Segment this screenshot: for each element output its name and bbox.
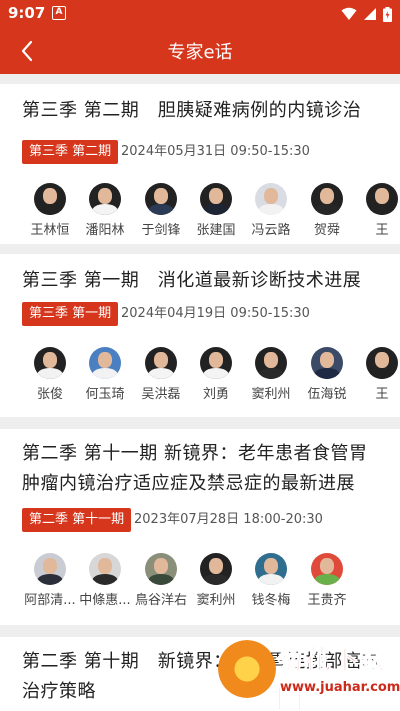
avatar — [200, 347, 232, 379]
expert-item[interactable]: 潘阳林 — [77, 183, 133, 238]
expert-item[interactable]: 贺舜 — [299, 183, 355, 238]
status-icons — [341, 5, 392, 23]
avatar — [89, 553, 121, 585]
avatar — [311, 553, 343, 585]
season-tag: 第三季 第一期 — [22, 302, 119, 326]
avatar — [200, 553, 232, 585]
season-tag: 第二季 第十一期 — [22, 508, 132, 532]
expert-name: 王贵齐 — [307, 593, 347, 608]
expert-name: 钱冬梅 — [251, 593, 291, 608]
nav-bar: 专家e话 — [0, 28, 400, 74]
expert-name: 阿部清... — [24, 593, 76, 608]
avatar — [145, 553, 177, 585]
avatar — [255, 553, 287, 585]
expert-item[interactable]: 张俊 — [22, 347, 78, 402]
expert-item[interactable]: 钱冬梅 — [243, 553, 299, 608]
notification-icon: A — [52, 6, 66, 20]
expert-name: 王 — [375, 387, 389, 402]
episode-date: 2024年05月31日 09:50-15:30 — [121, 144, 310, 159]
avatar — [311, 183, 343, 215]
battery-icon — [383, 6, 392, 22]
avatar — [255, 183, 287, 215]
expert-name: 窦利州 — [196, 593, 236, 608]
episode-card[interactable]: 第三季 第二期 胆胰疑难病例的内镜诊治 第三季 第二期 2024年05月31日 … — [0, 84, 400, 244]
episode-card[interactable]: 第二季 第十一期 新镜界：老年患者食管胃肿瘤内镜治疗适应症及禁忌症的最新进展 第… — [0, 429, 400, 625]
watermark-text: 菊花下载网 — [276, 645, 388, 711]
expert-item[interactable]: 王贵齐 — [299, 553, 355, 608]
episode-title: 第三季 第一期 消化道最新诊断技术进展 — [22, 270, 362, 291]
expert-name: 王林恒 — [30, 223, 70, 238]
avatar — [34, 347, 66, 379]
app-header: 9:07 A 专家e话 — [0, 0, 400, 74]
avatar — [145, 347, 177, 379]
expert-item[interactable]: 伍海锐 — [299, 347, 355, 402]
episode-card[interactable]: 第三季 第一期 消化道最新诊断技术进展 第三季 第一期 2024年04月19日 … — [0, 254, 400, 417]
watermark-logo: 菊花下载网 www.juahar.com — [212, 634, 400, 711]
expert-item[interactable]: 何玉琦 — [77, 347, 133, 402]
expert-row: 张俊 何玉琦 吴洪磊 刘勇 窦利州 伍海锐 王 — [22, 347, 400, 403]
episode-date: 2024年04月19日 09:50-15:30 — [121, 306, 310, 321]
avatar — [34, 183, 66, 215]
expert-row: 王林恒 潘阳林 于剑锋 张建国 冯云路 贺舜 王 — [22, 183, 400, 239]
expert-item[interactable]: 窦利州 — [188, 553, 244, 608]
expert-item[interactable]: 刘勇 — [188, 347, 244, 402]
wifi-icon — [341, 7, 357, 20]
expert-name: 中條惠... — [79, 593, 131, 608]
page-title: 专家e话 — [167, 42, 233, 63]
flower-logo-icon — [218, 640, 276, 698]
status-time: 9:07 — [8, 4, 46, 22]
expert-item[interactable]: 于剑锋 — [133, 183, 189, 238]
avatar — [34, 553, 66, 585]
expert-name: 吴洪磊 — [141, 387, 181, 402]
expert-name: 张俊 — [36, 387, 63, 402]
expert-name: 于剑锋 — [141, 223, 181, 238]
episode-title: 第三季 第二期 胆胰疑难病例的内镜诊治 — [22, 100, 362, 121]
expert-item[interactable]: 鳥谷洋右 — [133, 553, 189, 608]
expert-name: 王 — [375, 223, 389, 238]
avatar — [145, 183, 177, 215]
avatar — [366, 347, 398, 379]
expert-name: 潘阳林 — [85, 223, 125, 238]
expert-name: 窦利州 — [251, 387, 291, 402]
episode-title: 第二季 第十一期 新镜界：老年患者食管胃肿瘤内镜治疗适应症及禁忌症的最新进展 — [22, 443, 368, 494]
avatar — [89, 183, 121, 215]
watermark-url: www.juahar.com — [280, 680, 400, 695]
status-bar: 9:07 A — [0, 0, 400, 28]
expert-item[interactable]: 王 — [354, 347, 400, 402]
expert-name: 张建国 — [196, 223, 236, 238]
expert-item[interactable]: 中條惠... — [77, 553, 133, 608]
episode-date: 2023年07月28日 18:00-20:30 — [134, 512, 323, 527]
expert-item[interactable]: 阿部清... — [22, 553, 78, 608]
expert-name: 冯云路 — [251, 223, 291, 238]
expert-item[interactable]: 王 — [354, 183, 400, 238]
expert-name: 鳥谷洋右 — [134, 593, 187, 608]
expert-name: 何玉琦 — [85, 387, 125, 402]
expert-item[interactable]: 王林恒 — [22, 183, 78, 238]
season-tag: 第三季 第二期 — [22, 140, 119, 164]
expert-item[interactable]: 张建国 — [188, 183, 244, 238]
expert-item[interactable]: 冯云路 — [243, 183, 299, 238]
expert-name: 贺舜 — [313, 223, 340, 238]
avatar — [89, 347, 121, 379]
expert-row: 阿部清... 中條惠... 鳥谷洋右 窦利州 钱冬梅 王贵齐 — [22, 553, 400, 609]
expert-item[interactable]: 窦利州 — [243, 347, 299, 402]
avatar — [366, 183, 398, 215]
avatar — [311, 347, 343, 379]
avatar — [200, 183, 232, 215]
signal-icon — [364, 8, 376, 20]
expert-name: 刘勇 — [202, 387, 229, 402]
expert-item[interactable]: 吴洪磊 — [133, 347, 189, 402]
avatar — [255, 347, 287, 379]
expert-name: 伍海锐 — [307, 387, 347, 402]
